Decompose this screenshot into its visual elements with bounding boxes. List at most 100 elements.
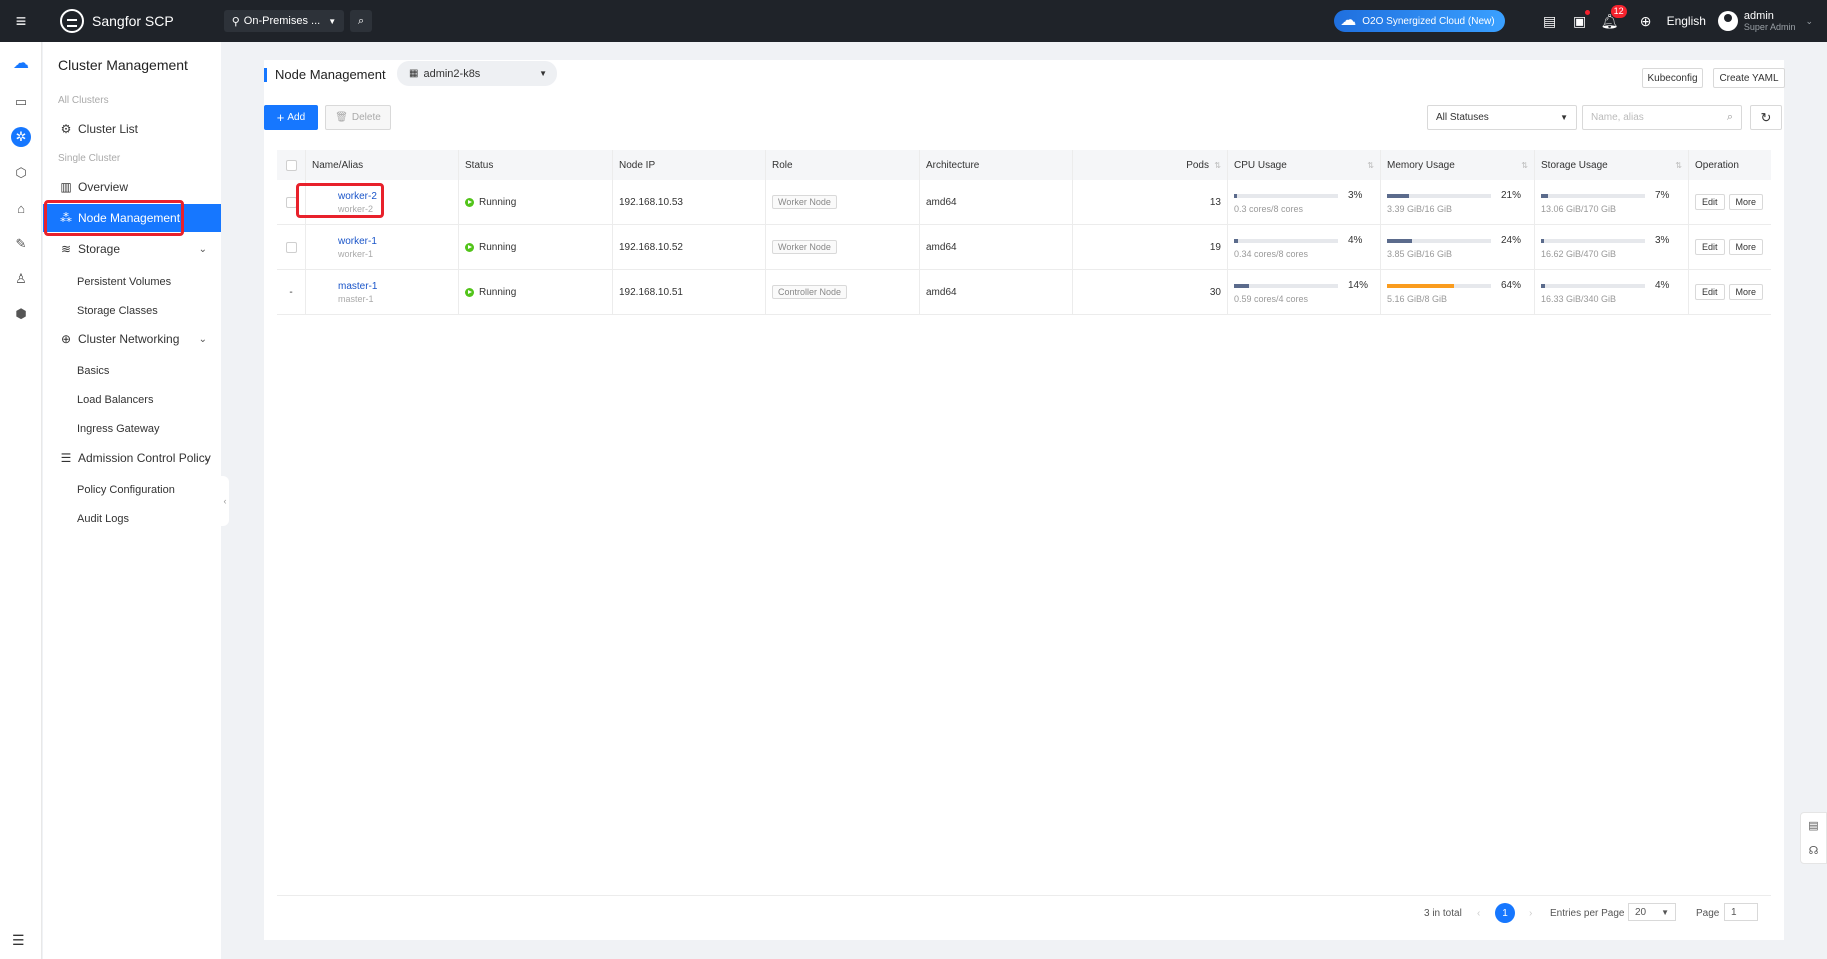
cluster-selector[interactable]: ▦ admin2-k8s ▼ [397,61,557,86]
user-icon[interactable]: ♙ [11,269,31,289]
sidebar-item-storage-classes[interactable]: Storage Classes [77,305,158,317]
sidebar-item-persistent-volumes[interactable]: Persistent Volumes [77,276,171,288]
sidebar-item-overview[interactable]: ▥ Overview [43,173,221,201]
memory-usage-line: 24% [1387,235,1527,246]
chevron-down-icon[interactable]: ⌄ [1805,16,1813,27]
edit-button[interactable]: Edit [1695,239,1725,255]
sidebar-item-ingress-gateway[interactable]: Ingress Gateway [77,423,160,435]
hexagon-settings-icon[interactable]: ⬢ [11,304,31,324]
select-all-checkbox[interactable] [285,159,297,171]
sidebar-collapse-handle[interactable]: ‹ [221,476,229,526]
sort-icon[interactable]: ⇅ [1214,161,1221,170]
col-ip[interactable]: Node IP [613,150,766,180]
more-button[interactable]: More [1728,284,1764,300]
monitor-icon[interactable]: ▭ [11,92,31,112]
entries-per-page-label: Entries per Page [1550,908,1625,919]
headset-icon[interactable]: ☊ [1809,844,1819,857]
sidebar-item-storage[interactable]: ≋ Storage ⌄ [43,235,221,263]
sidebar-item-cluster-list[interactable]: ⚙ Cluster List [43,115,221,143]
collapse-menu-icon[interactable]: ☰ [12,932,25,949]
select-cell [277,225,306,269]
running-status-icon [465,197,474,207]
sidebar-item-load-balancers[interactable]: Load Balancers [77,394,153,406]
sort-icon[interactable]: ⇅ [1675,161,1682,170]
more-button[interactable]: More [1728,194,1764,210]
doc-icon[interactable]: ▤ [1808,819,1818,832]
row-select-marker[interactable]: - [289,287,292,298]
globe-icon[interactable]: ⊕ [1631,13,1661,30]
sidebar-item-cluster-networking[interactable]: ⊕ Cluster Networking ⌄ [43,325,221,353]
sort-icon[interactable]: ⇅ [1367,161,1374,170]
storage-usage-bar [1541,283,1645,288]
global-search-button[interactable]: ⌕ [350,10,373,32]
refresh-button[interactable]: ↻ [1750,105,1782,130]
add-button[interactable]: + Add [264,105,318,130]
cpu-usage-detail: 0.34 cores/8 cores [1234,249,1309,259]
entries-value: 20 [1635,906,1647,918]
node-name-link[interactable]: master-1 [338,281,377,292]
user-menu[interactable]: admin Super Admin [1744,10,1796,32]
refresh-icon: ↻ [1760,109,1772,125]
status-filter[interactable]: All Statuses ▼ [1427,105,1577,130]
col-architecture[interactable]: Architecture [920,150,1073,180]
delete-button[interactable]: 🗑︎ Delete [325,105,391,130]
prev-page-icon[interactable]: ‹ [1477,908,1480,919]
sort-icon[interactable]: ⇅ [1521,161,1528,170]
sidebar-item-basics[interactable]: Basics [77,365,109,377]
memory-usage-bar [1387,238,1491,243]
col-storage[interactable]: Storage Usage ⇅ [1535,150,1689,180]
node-name-link[interactable]: worker-1 [338,236,377,247]
create-yaml-button[interactable]: Create YAML [1713,68,1785,88]
col-cpu[interactable]: CPU Usage ⇅ [1228,150,1381,180]
search-input[interactable]: Name, alias ⌕ [1582,105,1742,130]
page-jump-input[interactable]: 1 [1724,903,1758,921]
language-selector[interactable]: English [1667,14,1706,28]
brand[interactable]: Sangfor SCP [60,9,174,33]
cpu-usage-line: 3% [1234,190,1374,201]
col-role[interactable]: Role [766,150,920,180]
region-selector[interactable]: ⚲ On-Premises ... ▼ [223,10,345,32]
memory-usage-bar [1387,283,1491,288]
task-list-icon[interactable]: ▤ [1535,13,1565,30]
storage-usage-cell: 7% 13.06 GiB/170 GiB [1535,180,1689,224]
row-checkbox[interactable] [285,241,297,253]
col-memory[interactable]: Memory Usage ⇅ [1381,150,1535,180]
operation-cell: Edit More [1689,270,1771,314]
storage-usage-detail: 16.62 GiB/470 GiB [1541,249,1617,259]
pager-current[interactable]: 1 [1495,903,1515,923]
sidebar-item-audit-logs[interactable]: Audit Logs [77,513,129,525]
operation-cell: Edit More [1689,225,1771,269]
menu-icon[interactable]: ≡ [0,0,42,42]
wrench-icon[interactable]: ✎ [11,234,31,254]
storage-usage-line: 3% [1541,235,1681,246]
sidebar-item-label: Storage [78,242,121,256]
col-name[interactable]: Name/Alias [306,150,459,180]
document-alert-icon[interactable]: ▣ [1565,9,1595,30]
status-cell: Running [459,225,613,269]
sidebar-item-label: Overview [78,180,129,194]
col-status[interactable]: Status [459,150,613,180]
sidebar-item-policy-configuration[interactable]: Policy Configuration [77,484,175,496]
kubeconfig-button[interactable]: Kubeconfig [1642,68,1703,88]
sidebar-item-admission-control[interactable]: ☰ Admission Control Policy ⌄ [43,444,221,472]
cpu-usage-bar-fill [1234,193,1238,198]
next-page-icon[interactable]: › [1529,908,1532,919]
role-tag: Worker Node [772,240,837,254]
col-pods[interactable]: Pods ⇅ [1073,150,1228,180]
row-checkbox[interactable] [285,196,297,208]
home-icon[interactable]: ⌂ [11,198,31,218]
running-status-icon [465,287,474,297]
bell-icon[interactable]: 🔔︎ 12 [1595,4,1627,30]
edit-button[interactable]: Edit [1695,194,1725,210]
entries-per-page-select[interactable]: 20 ▼ [1628,903,1676,921]
avatar[interactable] [1717,11,1738,31]
cube-icon[interactable]: ⬡ [11,163,31,183]
edit-button[interactable]: Edit [1695,284,1725,300]
more-button[interactable]: More [1728,239,1764,255]
caret-down-icon: ▼ [539,69,547,78]
highlight-box-worker-2 [296,183,384,218]
o2o-cloud-button[interactable]: O2O Synergized Cloud (New) [1334,10,1505,32]
node-alias: worker-1 [338,248,374,259]
cloud-icon[interactable]: ☁ [11,53,31,73]
kubernetes-icon[interactable]: ✲ [11,127,31,147]
